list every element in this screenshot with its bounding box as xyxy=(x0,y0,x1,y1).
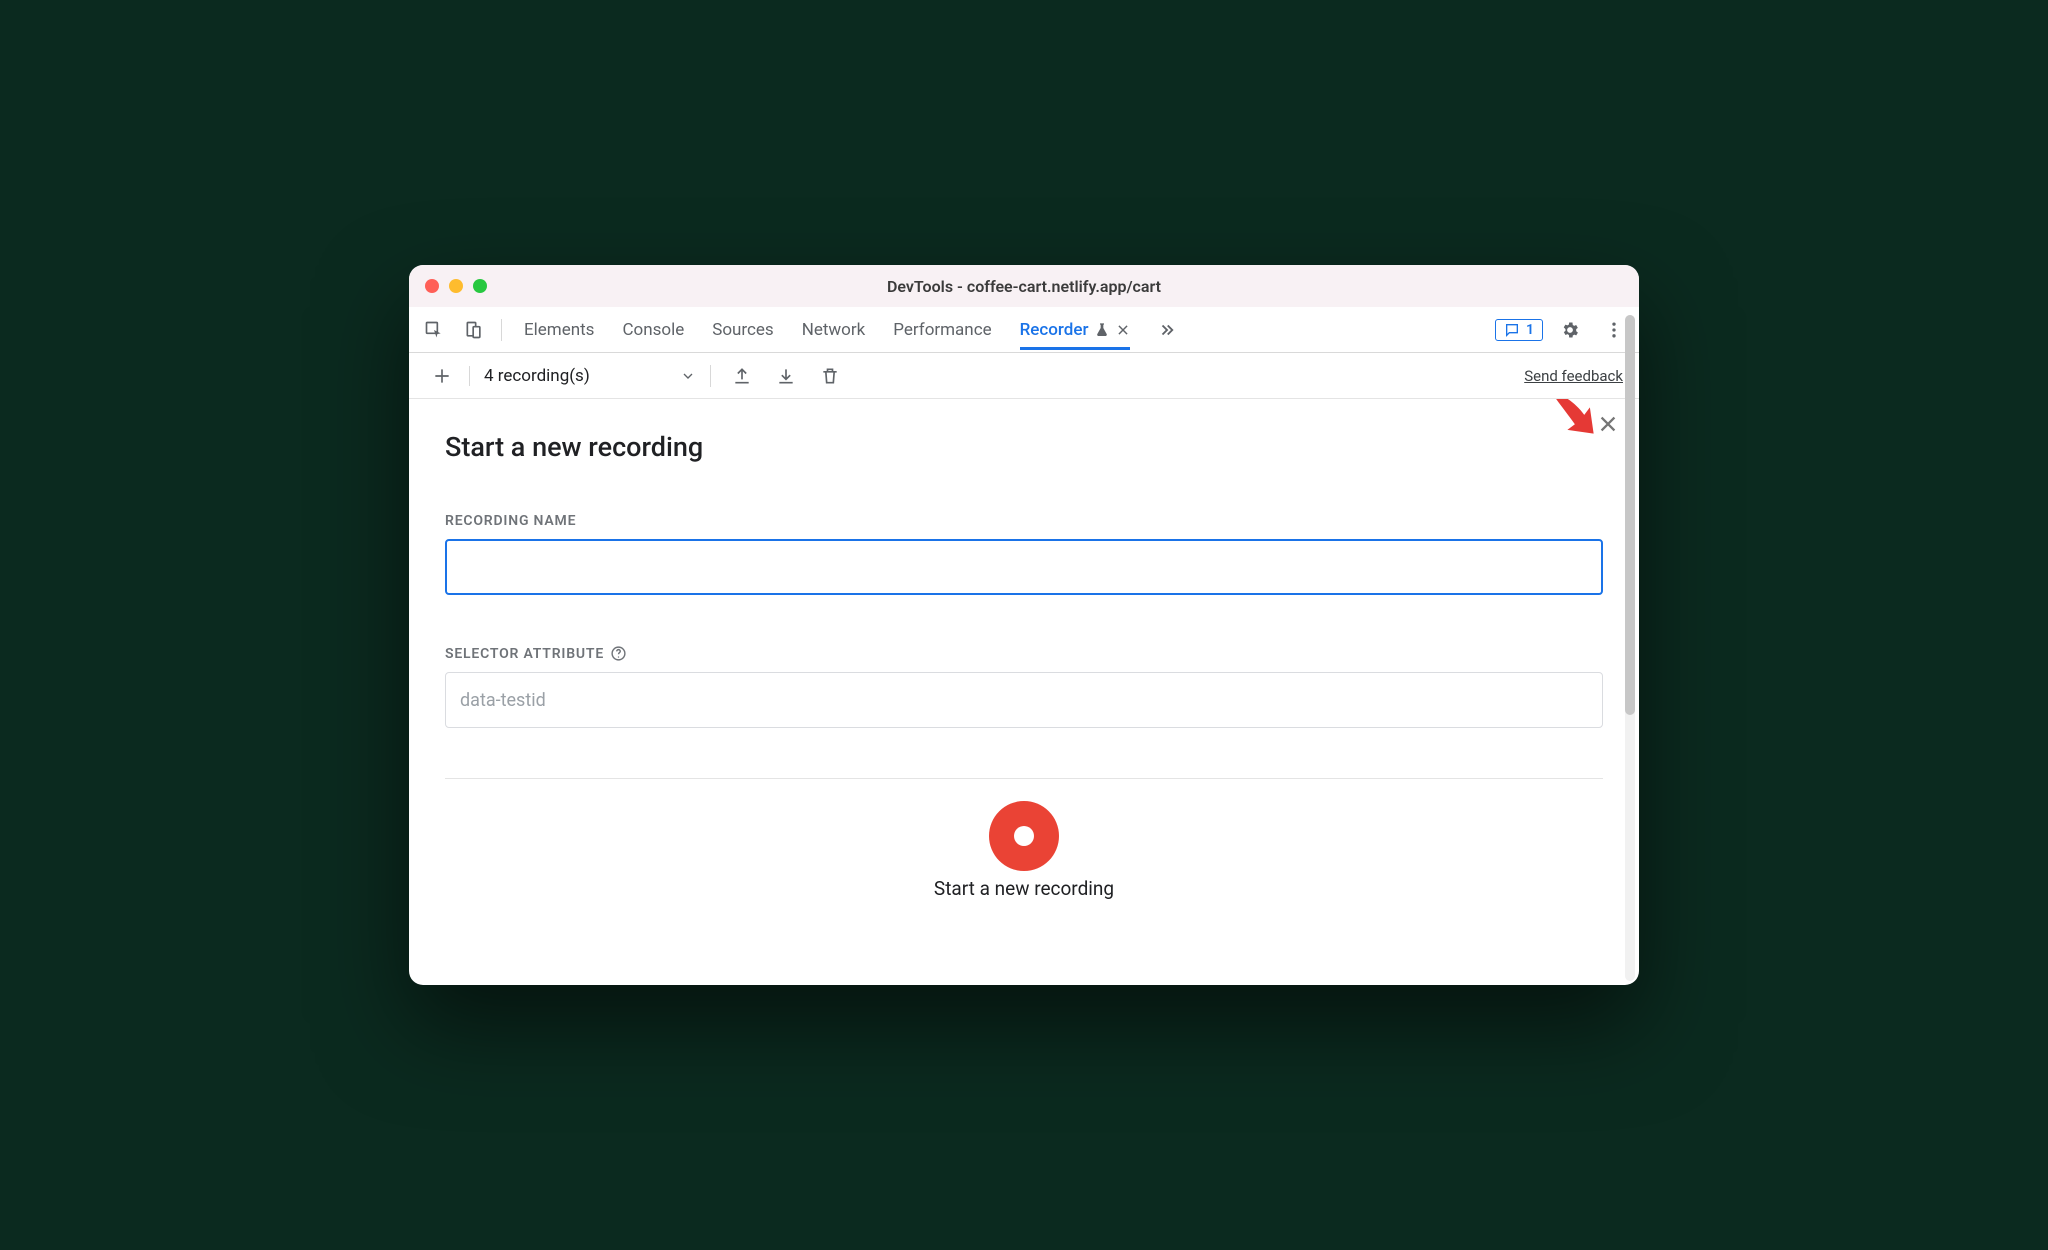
record-icon xyxy=(1014,826,1034,846)
start-recording-button[interactable] xyxy=(989,801,1059,871)
settings-icon[interactable] xyxy=(1553,313,1587,347)
scrollbar-thumb[interactable] xyxy=(1625,315,1635,715)
issues-count: 1 xyxy=(1526,322,1534,338)
recordings-dropdown-label: 4 recording(s) xyxy=(484,366,590,386)
selector-attribute-label: SELECTOR ATTRIBUTE xyxy=(445,645,1603,662)
close-panel-icon[interactable] xyxy=(1597,413,1619,439)
record-action-area: Start a new recording xyxy=(445,778,1603,900)
help-icon[interactable] xyxy=(610,645,627,662)
import-icon[interactable] xyxy=(769,359,803,393)
tab-performance[interactable]: Performance xyxy=(893,310,991,350)
delete-icon[interactable] xyxy=(813,359,847,393)
tab-console[interactable]: Console xyxy=(622,310,684,350)
tab-network[interactable]: Network xyxy=(802,310,866,350)
recordings-dropdown[interactable]: 4 recording(s) xyxy=(469,366,696,386)
more-tabs-icon[interactable] xyxy=(1158,321,1176,339)
tab-sources[interactable]: Sources xyxy=(712,310,773,350)
window-title: DevTools - coffee-cart.netlify.app/cart xyxy=(409,277,1639,296)
experiment-icon xyxy=(1094,322,1110,338)
annotation-arrow-icon xyxy=(1543,399,1603,447)
inspect-element-icon[interactable] xyxy=(417,313,451,347)
recording-name-input[interactable] xyxy=(445,539,1603,595)
new-recording-icon[interactable] xyxy=(425,359,459,393)
page-title: Start a new recording xyxy=(445,431,1603,463)
device-toolbar-icon[interactable] xyxy=(457,313,491,347)
recorder-panel: Start a new recording RECORDING NAME SEL… xyxy=(409,399,1639,985)
scrollbar[interactable] xyxy=(1625,315,1635,981)
tabs-right-actions: 1 xyxy=(1495,313,1631,347)
devtools-window: DevTools - coffee-cart.netlify.app/cart … xyxy=(409,265,1639,985)
chevron-down-icon xyxy=(680,368,696,384)
selector-attribute-input[interactable] xyxy=(445,672,1603,728)
issues-badge[interactable]: 1 xyxy=(1495,319,1543,341)
send-feedback-link[interactable]: Send feedback xyxy=(1524,367,1623,385)
export-icon[interactable] xyxy=(725,359,759,393)
titlebar: DevTools - coffee-cart.netlify.app/cart xyxy=(409,265,1639,307)
recording-name-label: RECORDING NAME xyxy=(445,513,1603,529)
tab-elements[interactable]: Elements xyxy=(524,310,594,350)
recorder-toolbar: 4 recording(s) Send feedback xyxy=(409,353,1639,399)
panel-tabs-bar: Elements Console Sources Network Perform… xyxy=(409,307,1639,353)
separator xyxy=(710,365,711,387)
tab-recorder[interactable]: Recorder xyxy=(1020,310,1131,350)
separator xyxy=(501,319,502,341)
tab-close-icon[interactable] xyxy=(1116,323,1130,337)
panel-tabs: Elements Console Sources Network Perform… xyxy=(512,310,1489,350)
start-recording-label: Start a new recording xyxy=(445,877,1603,900)
